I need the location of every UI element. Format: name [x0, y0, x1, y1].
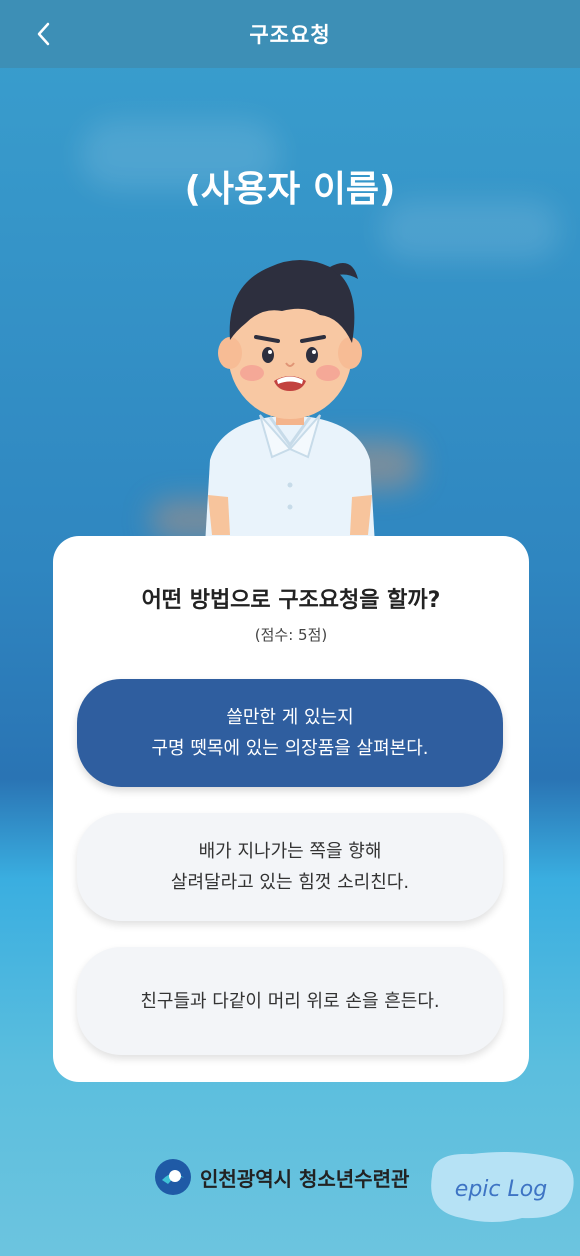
option-line: 배가 지나가는 쪽을 향해 [198, 841, 382, 862]
quiz-question: 어떤 방법으로 구조요청을 할까? [141, 588, 441, 613]
answer-option-3[interactable]: 친구들과 다같이 머리 위로 손을 흔든다. [77, 947, 503, 1055]
epic-log-watermark: epic Log [431, 1152, 574, 1222]
org-name: 인천광역시 청소년수련관 [200, 1166, 410, 1191]
header-bar: 구조요청 [0, 0, 580, 68]
answer-option-1[interactable]: 쓸만한 게 있는지 구명 뗏목에 있는 의장품을 살펴본다. [77, 679, 503, 787]
quiz-score: (점수: 5점) [254, 626, 328, 644]
option-line: 쓸만한 게 있는지 [226, 707, 354, 728]
watermark-text: epic Log [455, 1177, 547, 1202]
option-line: 친구들과 다같이 머리 위로 손을 흔든다. [140, 990, 440, 1012]
option-line: 구명 뗏목에 있는 의장품을 살펴본다. [151, 738, 429, 759]
back-button[interactable] [24, 14, 64, 54]
chevron-left-icon [37, 22, 50, 46]
option-line: 살려달라고 있는 힘껏 소리친다. [170, 872, 410, 893]
quiz-card: 어떤 방법으로 구조요청을 할까? (점수: 5점) 쓸만한 게 있는지 구명 … [53, 536, 529, 1082]
page-title: 구조요청 [249, 23, 331, 47]
footer-logo: 인천광역시 청소년수련관 [154, 1158, 409, 1196]
username-title: (사용자 이름) [184, 169, 396, 210]
answer-option-2[interactable]: 배가 지나가는 쪽을 향해 살려달라고 있는 힘껏 소리친다. [77, 813, 503, 921]
org-logo-icon [155, 1159, 191, 1195]
character-illustration [205, 260, 375, 545]
